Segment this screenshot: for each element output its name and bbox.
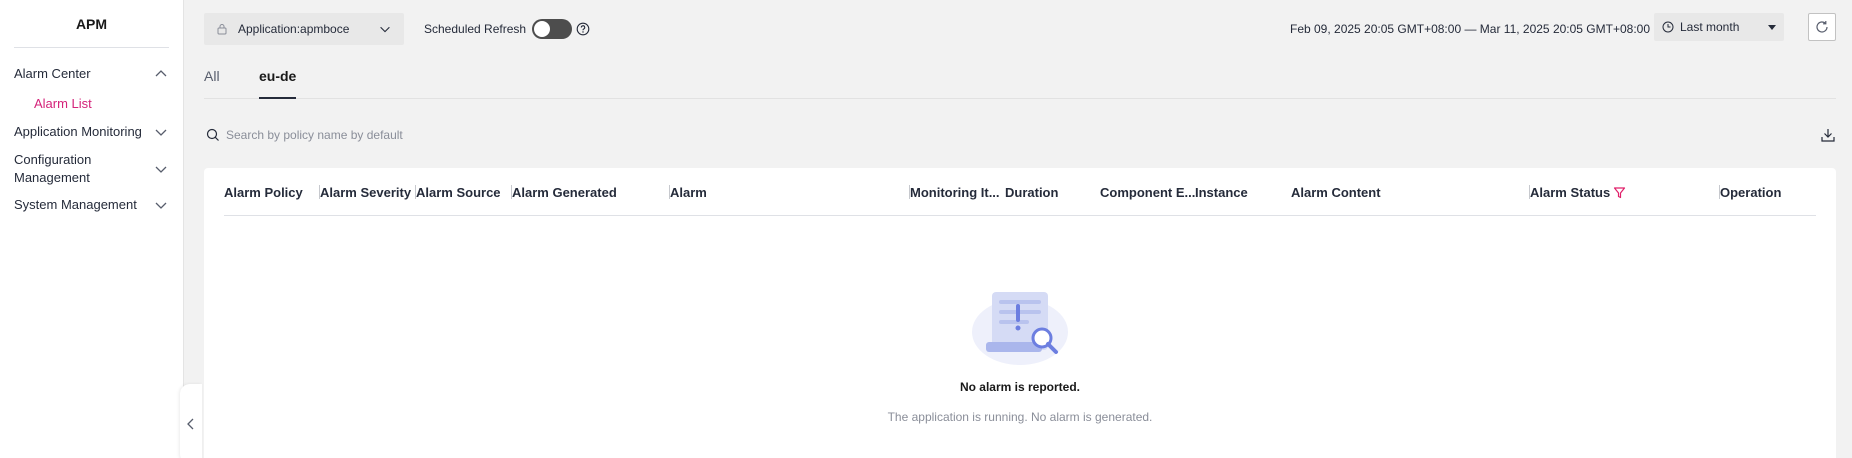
scheduled-refresh-label: Scheduled Refresh xyxy=(424,22,527,36)
column-alarm-generated[interactable]: Alarm Generated xyxy=(511,168,671,216)
period-value: Last month xyxy=(1680,20,1740,34)
column-alarm[interactable]: Alarm xyxy=(669,168,909,216)
column-alarm-severity[interactable]: Alarm Severity xyxy=(319,168,415,216)
nav-item-alarm-list[interactable]: Alarm List xyxy=(0,92,183,114)
column-label: Alarm Status xyxy=(1530,184,1611,200)
empty-subtitle: The application is running. No alarm is … xyxy=(887,410,1153,424)
tab-all[interactable]: All xyxy=(204,68,220,99)
toolbar: Application:apmboce Scheduled Refresh Fe… xyxy=(204,13,1836,45)
tab-eu-de[interactable]: eu-de xyxy=(259,68,297,99)
nav-system-management[interactable]: System Management xyxy=(0,195,183,215)
chevron-down-icon xyxy=(155,202,167,209)
filter-icon[interactable] xyxy=(1613,186,1626,199)
alarm-table-panel: Alarm Policy Alarm Severity Alarm Source… xyxy=(204,168,1836,458)
date-range[interactable]: Feb 09, 2025 20:05 GMT+08:00 — Mar 11, 2… xyxy=(1290,13,1650,45)
period-select[interactable]: Last month xyxy=(1654,13,1784,41)
download-icon[interactable] xyxy=(1820,127,1836,143)
app-title: APM xyxy=(14,0,169,48)
column-duration[interactable]: Duration xyxy=(1005,168,1101,216)
column-operation[interactable]: Operation xyxy=(1719,168,1814,216)
nav-alarm-center[interactable]: Alarm Center xyxy=(0,64,183,84)
application-select[interactable]: Application:apmboce xyxy=(204,13,404,45)
region-tabs: All eu-de xyxy=(204,68,1836,99)
help-icon[interactable] xyxy=(576,22,590,36)
refresh-button[interactable] xyxy=(1808,13,1836,41)
sidebar: APM Alarm Center Alarm List Application … xyxy=(0,0,184,458)
column-monitoring-item[interactable]: Monitoring It... xyxy=(909,168,1005,216)
column-alarm-status[interactable]: Alarm Status xyxy=(1529,168,1719,216)
scheduled-refresh-toggle[interactable] xyxy=(532,19,573,39)
nav-label: Application Monitoring xyxy=(14,124,142,139)
main-content: Application:apmboce Scheduled Refresh Fe… xyxy=(184,0,1852,458)
lock-icon xyxy=(217,24,227,35)
nav-configuration-management[interactable]: Configuration Management xyxy=(0,151,183,187)
clock-icon xyxy=(1662,21,1674,33)
empty-state: No alarm is reported. The application is… xyxy=(204,286,1836,424)
nav-label: Alarm Center xyxy=(14,66,91,81)
column-component-environment[interactable]: Component E... xyxy=(1100,168,1196,216)
chevron-down-icon xyxy=(155,166,167,173)
table-header: Alarm Policy Alarm Severity Alarm Source… xyxy=(224,168,1816,216)
search-icon xyxy=(206,128,219,141)
scheduled-refresh: Scheduled Refresh xyxy=(424,13,590,45)
search-input[interactable] xyxy=(226,128,826,142)
column-alarm-content[interactable]: Alarm Content xyxy=(1291,168,1531,216)
refresh-icon xyxy=(1816,21,1828,33)
chevron-down-icon xyxy=(155,129,167,136)
caret-down-icon xyxy=(1768,24,1776,30)
chevron-up-icon xyxy=(155,70,167,77)
empty-alarm-illustration xyxy=(972,292,1068,365)
column-alarm-policy[interactable]: Alarm Policy xyxy=(224,168,319,216)
empty-title: No alarm is reported. xyxy=(959,380,1081,394)
column-alarm-source[interactable]: Alarm Source xyxy=(415,168,511,216)
column-instance[interactable]: Instance xyxy=(1195,168,1291,216)
nav-label: Configuration Management xyxy=(14,152,92,185)
search-bar xyxy=(204,118,1836,152)
application-value: Application:apmboce xyxy=(238,22,350,36)
chevron-down-icon xyxy=(380,26,390,33)
nav-application-monitoring[interactable]: Application Monitoring xyxy=(0,122,183,142)
nav-label: System Management xyxy=(14,197,137,212)
